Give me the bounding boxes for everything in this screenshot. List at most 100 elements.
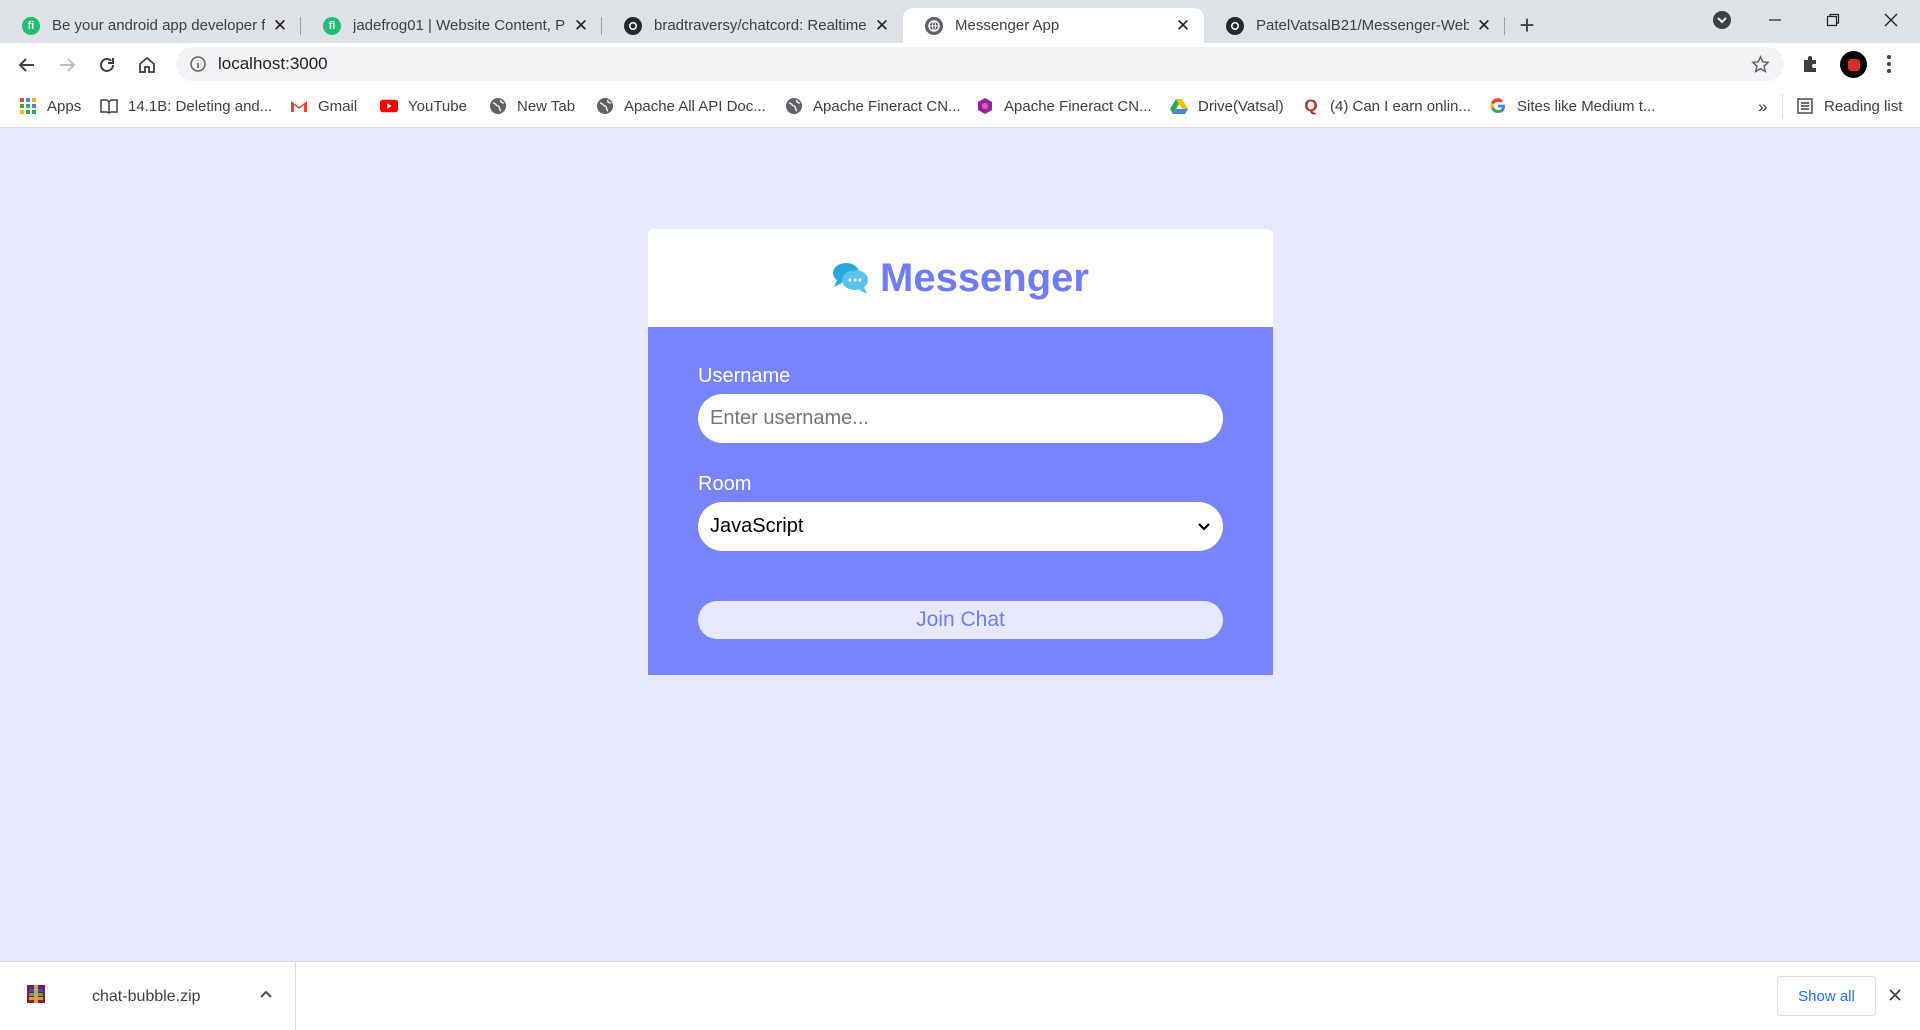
app-title: Messenger bbox=[880, 255, 1089, 300]
archive-icon bbox=[26, 984, 46, 1009]
tab-title: bradtraversy/chatcord: Realtime c bbox=[654, 17, 867, 34]
menu-button[interactable] bbox=[1886, 54, 1892, 79]
bookmark-label: Drive(Vatsal) bbox=[1198, 97, 1284, 115]
username-input[interactable] bbox=[710, 407, 1211, 430]
bookmark-label: 14.1B: Deleting and... bbox=[128, 97, 273, 115]
bookmark-label: Apache All API Doc... bbox=[624, 97, 766, 115]
tab-5[interactable]: PatelVatsalB21/Messenger-Web- ✕ bbox=[1204, 8, 1505, 43]
github-icon bbox=[1226, 16, 1244, 35]
address-bar[interactable]: localhost:3000 bbox=[176, 47, 1784, 81]
drive-icon bbox=[1170, 97, 1188, 115]
youtube-icon bbox=[380, 97, 398, 115]
overflow-chevron-icon: » bbox=[1758, 97, 1768, 116]
tab-title: Be your android app developer fo bbox=[52, 17, 265, 34]
kebab-menu-icon bbox=[1887, 55, 1891, 73]
puzzle-icon bbox=[1804, 56, 1816, 72]
back-button[interactable] bbox=[7, 45, 47, 85]
bookmarks-bar: Apps 14.1B: Deleting and... Gmail YouTub… bbox=[0, 86, 1920, 128]
profile-avatar[interactable] bbox=[1840, 51, 1867, 78]
reading-list-button[interactable]: Reading list bbox=[1796, 97, 1902, 115]
avatar-icon bbox=[1847, 58, 1860, 71]
close-icon[interactable]: ✕ bbox=[271, 16, 289, 36]
join-form: Username Room JavaScript Join Chat bbox=[648, 327, 1273, 675]
bookmark-youtube[interactable]: YouTube bbox=[380, 97, 467, 115]
browser-toolbar: localhost:3000 bbox=[0, 43, 1920, 86]
room-selected-value: JavaScript bbox=[710, 515, 804, 537]
close-icon[interactable]: ✕ bbox=[1174, 16, 1192, 36]
extensions-button[interactable] bbox=[1800, 53, 1822, 80]
bookmark-drive[interactable]: Drive(Vatsal) bbox=[1170, 97, 1284, 115]
download-bar: chat-bubble.zip Show all bbox=[0, 961, 1920, 1030]
bookmark-label: YouTube bbox=[408, 97, 467, 115]
bookmarks-divider bbox=[1782, 94, 1783, 118]
tab-2[interactable]: fi jadefrog01 | Website Content, Pro ✕ bbox=[301, 8, 602, 43]
bookmark-fineract-2[interactable]: Apache Fineract CN... bbox=[976, 97, 1152, 115]
reading-list-icon bbox=[1796, 97, 1814, 115]
chevron-up-icon[interactable] bbox=[259, 987, 273, 1006]
bookmark-deleting[interactable]: 14.1B: Deleting and... bbox=[100, 97, 272, 115]
hexagon-icon bbox=[976, 97, 994, 115]
close-window-button[interactable] bbox=[1868, 0, 1914, 40]
bookmark-quora[interactable]: Q (4) Can I earn onlin... bbox=[1302, 96, 1471, 115]
fiverr-icon: fi bbox=[22, 16, 40, 35]
home-button[interactable] bbox=[127, 45, 167, 85]
restore-icon bbox=[1826, 13, 1840, 27]
chat-bubbles-icon bbox=[833, 263, 868, 294]
bookmark-fineract-1[interactable]: Apache Fineract CN... bbox=[785, 97, 961, 115]
minimize-button[interactable] bbox=[1752, 0, 1798, 40]
bookmarks-overflow-button[interactable]: » bbox=[1758, 97, 1767, 117]
close-download-bar-button[interactable] bbox=[1888, 988, 1902, 1007]
room-label: Room bbox=[698, 473, 752, 495]
new-tab-button[interactable]: + bbox=[1505, 8, 1549, 43]
bookmark-label: New Tab bbox=[517, 97, 576, 115]
bookmark-label: Apache Fineract CN... bbox=[813, 97, 961, 115]
username-label: Username bbox=[698, 365, 791, 387]
close-icon[interactable]: ✕ bbox=[572, 16, 590, 36]
gmail-icon bbox=[290, 97, 308, 115]
google-icon bbox=[1489, 97, 1507, 115]
arrow-right-icon bbox=[60, 57, 76, 72]
bookmark-label: Apps bbox=[47, 97, 82, 115]
close-icon[interactable]: ✕ bbox=[873, 16, 891, 36]
book-icon bbox=[100, 97, 118, 115]
bookmark-label: Apache Fineract CN... bbox=[1004, 97, 1152, 115]
quora-icon: Q bbox=[1304, 96, 1318, 115]
tab-title: jadefrog01 | Website Content, Pro bbox=[353, 17, 566, 34]
bookmark-apps[interactable]: Apps bbox=[19, 97, 81, 115]
info-icon[interactable] bbox=[190, 56, 206, 72]
reload-icon bbox=[100, 57, 114, 72]
tab-messenger-app[interactable]: Messenger App ✕ bbox=[903, 8, 1204, 43]
username-field-wrapper bbox=[698, 394, 1223, 443]
room-select[interactable]: JavaScript bbox=[698, 502, 1223, 551]
bookmark-apache-api[interactable]: Apache All API Doc... bbox=[596, 97, 766, 115]
chevron-down-circle-icon bbox=[1713, 11, 1731, 29]
reload-button[interactable] bbox=[87, 45, 127, 85]
github-icon bbox=[624, 16, 642, 35]
tab-1[interactable]: fi Be your android app developer fo ✕ bbox=[0, 8, 301, 43]
bookmark-gmail[interactable]: Gmail bbox=[290, 97, 357, 115]
tab-title: PatelVatsalB21/Messenger-Web- bbox=[1256, 17, 1469, 34]
fiverr-icon: fi bbox=[323, 16, 341, 35]
download-item[interactable]: chat-bubble.zip bbox=[0, 962, 296, 1030]
bookmark-medium[interactable]: Sites like Medium t... bbox=[1489, 97, 1655, 115]
close-icon bbox=[1889, 989, 1901, 1001]
tab-search-button[interactable] bbox=[1700, 0, 1744, 40]
globe-icon bbox=[925, 16, 943, 35]
globe-icon bbox=[489, 97, 507, 115]
home-icon bbox=[139, 56, 155, 73]
tab-title: Messenger App bbox=[955, 17, 1060, 34]
bookmark-new-tab[interactable]: New Tab bbox=[489, 97, 575, 115]
restore-button[interactable] bbox=[1810, 0, 1856, 40]
forward-button[interactable] bbox=[47, 45, 87, 85]
bookmark-label: Sites like Medium t... bbox=[1517, 97, 1656, 115]
bookmark-label: Gmail bbox=[318, 97, 358, 115]
star-icon[interactable] bbox=[1751, 55, 1770, 74]
close-icon[interactable]: ✕ bbox=[1475, 16, 1493, 36]
globe-icon bbox=[785, 97, 803, 115]
bookmark-label: (4) Can I earn onlin... bbox=[1330, 97, 1471, 115]
tab-3[interactable]: bradtraversy/chatcord: Realtime c ✕ bbox=[602, 8, 903, 43]
minimize-icon bbox=[1769, 19, 1781, 21]
join-chat-button[interactable]: Join Chat bbox=[698, 601, 1223, 639]
arrow-left-icon bbox=[18, 57, 34, 72]
show-all-button[interactable]: Show all bbox=[1777, 976, 1876, 1016]
